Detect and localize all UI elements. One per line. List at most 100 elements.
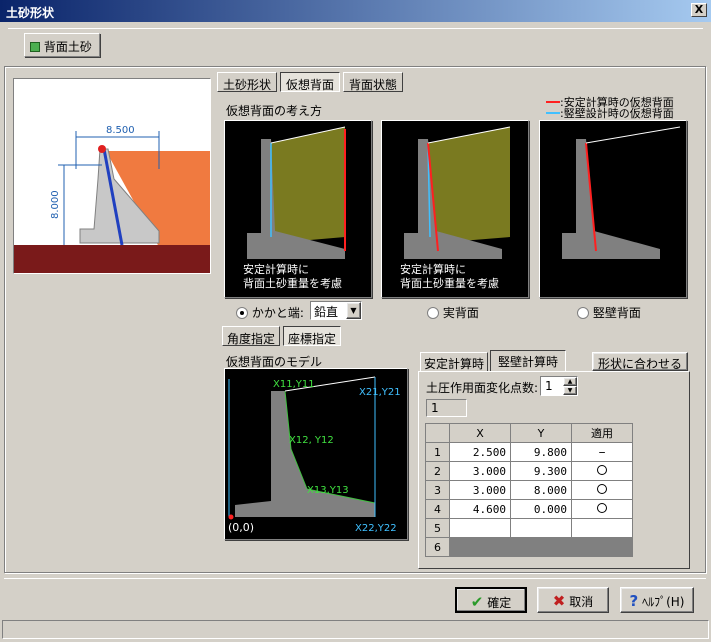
change-points-spinner[interactable]: 1 ▲ ▼ bbox=[540, 376, 578, 396]
model-view: X11,Y11 X21,Y21 X12, Y12 X13,Y13 X22,Y22… bbox=[224, 368, 408, 540]
cell-x[interactable]: 2.500 bbox=[449, 442, 511, 462]
model-drawing: X11,Y11 X21,Y21 X12, Y12 X13,Y13 X22,Y22… bbox=[228, 376, 401, 534]
help-button-label: ﾍﾙﾌﾟ(H) bbox=[642, 595, 685, 609]
legend-stability-swatch bbox=[546, 101, 560, 103]
heel-label: かかと端: bbox=[251, 306, 304, 320]
cell-y[interactable]: 8.000 bbox=[510, 480, 572, 500]
width-dim-label: 8.500 bbox=[106, 125, 135, 136]
cell-x[interactable]: 4.600 bbox=[449, 499, 511, 519]
tab-stability-calc[interactable]: 安定計算時 bbox=[420, 352, 488, 372]
change-points-value: 1 bbox=[545, 379, 553, 393]
actual-radio[interactable] bbox=[427, 307, 439, 319]
corner-cell bbox=[425, 423, 450, 443]
cell-apply[interactable] bbox=[571, 518, 633, 538]
point-x22-label: X22,Y22 bbox=[355, 523, 397, 534]
header-y: Y bbox=[510, 423, 572, 443]
actual-label: 実背面 bbox=[442, 306, 479, 320]
window-title: 土砂形状 bbox=[6, 6, 55, 20]
legend: :安定計算時の仮想背面 :竪壁設計時の仮想背面 bbox=[546, 97, 674, 119]
table-row[interactable]: 4 4.600 0.000 bbox=[425, 499, 633, 519]
chevron-down-icon[interactable]: ▼ bbox=[346, 302, 361, 319]
apply-circle-icon[interactable] bbox=[597, 464, 607, 475]
change-points-subvalue: 1 bbox=[431, 401, 439, 415]
shape-preview-drawing: 8.500 8.000 bbox=[14, 125, 210, 273]
close-button[interactable]: X bbox=[691, 3, 707, 17]
tab-back-soil[interactable]: 背面土砂 bbox=[24, 33, 100, 57]
option-panel-heel[interactable]: 安定計算時に 背面土砂重量を考慮 bbox=[224, 120, 372, 298]
tab-angle[interactable]: 角度指定 bbox=[222, 326, 280, 346]
fit-shape-button[interactable]: 形状に合わせる bbox=[592, 352, 688, 371]
panel-heel-caption2: 背面土砂重量を考慮 bbox=[243, 276, 342, 290]
ground-area bbox=[14, 245, 210, 273]
cell-y[interactable]: 9.300 bbox=[510, 461, 572, 481]
table-row[interactable]: 1 2.500 9.800 − bbox=[425, 442, 633, 462]
option-actual[interactable]: 実背面 bbox=[427, 304, 479, 321]
header-apply: 適用 bbox=[571, 423, 633, 443]
help-button[interactable]: ? ﾍﾙﾌﾟ(H) bbox=[620, 587, 694, 613]
option-heel[interactable]: かかと端: bbox=[236, 304, 304, 321]
tab-stem-calc[interactable]: 竪壁計算時 bbox=[490, 350, 566, 372]
soil-color-icon bbox=[30, 42, 40, 52]
table-row[interactable]: 5 bbox=[425, 518, 633, 538]
cell-x[interactable] bbox=[449, 537, 511, 557]
cell-x[interactable]: 3.000 bbox=[449, 480, 511, 500]
table-row[interactable]: 2 3.000 9.300 bbox=[425, 461, 633, 481]
ok-button[interactable]: ✔ 確定 bbox=[455, 587, 527, 613]
status-bar bbox=[2, 620, 709, 639]
cell-apply[interactable] bbox=[571, 499, 633, 519]
apply-circle-icon[interactable] bbox=[597, 502, 607, 513]
panel-stem-drawing bbox=[562, 126, 681, 259]
option-panel-stem[interactable] bbox=[539, 120, 687, 298]
spin-up-icon[interactable]: ▲ bbox=[563, 377, 577, 386]
row-number: 2 bbox=[425, 461, 450, 481]
tab-virtual-back[interactable]: 仮想背面 bbox=[280, 72, 340, 92]
soil-fill bbox=[428, 127, 510, 243]
heel-select[interactable]: 鉛直 ▼ bbox=[310, 301, 362, 320]
cell-apply: − bbox=[571, 442, 633, 462]
cell-x[interactable]: 3.000 bbox=[449, 461, 511, 481]
soil-fill bbox=[271, 127, 345, 243]
cross-icon: ✖ bbox=[552, 592, 566, 610]
legend-stem-swatch bbox=[546, 112, 560, 114]
stem-radio[interactable] bbox=[577, 307, 589, 319]
point-x13-label: X13,Y13 bbox=[307, 485, 349, 496]
panel-actual-caption2: 背面土砂重量を考慮 bbox=[400, 276, 499, 290]
coordinate-table: X Y 適用 1 2.500 9.800 − 2 3.000 9.300 3 3… bbox=[425, 423, 633, 557]
table-row[interactable]: 6 bbox=[425, 537, 633, 557]
table-header-row: X Y 適用 bbox=[425, 423, 633, 443]
cell-y[interactable] bbox=[510, 518, 572, 538]
cell-y[interactable]: 9.800 bbox=[510, 442, 572, 462]
panel-actual-caption1: 安定計算時に bbox=[400, 262, 466, 276]
spin-down-icon[interactable]: ▼ bbox=[563, 386, 577, 395]
change-points-tab[interactable]: 1 bbox=[426, 399, 467, 417]
origin-marker bbox=[228, 514, 234, 520]
table-row[interactable]: 3 3.000 8.000 bbox=[425, 480, 633, 500]
tab-back-state[interactable]: 背面状態 bbox=[343, 72, 403, 92]
option-stem[interactable]: 竪壁背面 bbox=[577, 304, 641, 321]
tab-back-soil-label: 背面土砂 bbox=[43, 40, 92, 54]
cell-y[interactable] bbox=[510, 537, 572, 557]
cell-x[interactable] bbox=[449, 518, 511, 538]
wall-shape bbox=[562, 139, 660, 259]
tab-coordinate[interactable]: 座標指定 bbox=[283, 326, 341, 346]
apply-circle-icon[interactable] bbox=[597, 483, 607, 494]
row-number: 1 bbox=[425, 442, 450, 462]
option-panel-actual[interactable]: 安定計算時に 背面土砂重量を考慮 bbox=[381, 120, 529, 298]
stem-label: 竪壁背面 bbox=[592, 306, 641, 320]
cell-apply[interactable] bbox=[571, 461, 633, 481]
change-points-label: 土圧作用面変化点数: bbox=[426, 381, 539, 395]
cancel-button[interactable]: ✖ 取消 bbox=[537, 587, 609, 613]
cell-apply[interactable] bbox=[571, 537, 633, 557]
question-icon: ? bbox=[629, 592, 639, 610]
row-number: 5 bbox=[425, 518, 450, 538]
footer-separator bbox=[4, 578, 706, 579]
section1-title: 仮想背面の考え方 bbox=[226, 104, 323, 118]
cell-y[interactable]: 0.000 bbox=[510, 499, 572, 519]
cell-apply[interactable] bbox=[571, 480, 633, 500]
tab-soil-shape[interactable]: 土砂形状 bbox=[217, 72, 277, 92]
heel-radio[interactable] bbox=[236, 307, 248, 319]
row-number: 3 bbox=[425, 480, 450, 500]
top-tab-strip bbox=[8, 28, 703, 64]
shape-preview: 8.500 8.000 bbox=[13, 78, 211, 274]
cancel-button-label: 取消 bbox=[569, 595, 594, 609]
